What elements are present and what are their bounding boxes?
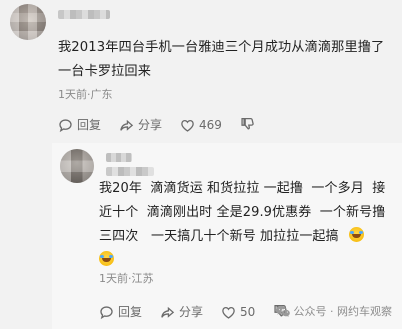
comment-bubble-icon — [100, 305, 113, 319]
comment-bubble-icon — [59, 118, 72, 132]
laughing-tears-emoji-icon — [99, 251, 114, 266]
commenter-avatar[interactable] — [10, 4, 46, 40]
reply-line-2: 近十个 滴滴刚出时 全是29.9优惠券 一个新号撸 — [99, 205, 386, 220]
comment-like-count: 469 — [199, 118, 222, 132]
comment-body: 我2013年四台手机一台雅迪三个月成功从滴滴那里撸了 一台卡罗拉回来 — [58, 36, 402, 84]
reply-line-1: 我20年 滴滴货运 和货拉拉 一起撸 一个多月 接 — [99, 181, 386, 196]
reply-card: 我20年 滴滴货运 和货拉拉 一起撸 一个多月 接 近十个 滴滴刚出时 全是29… — [52, 143, 402, 329]
watermark-text: 公众号 · 网约车观察 — [293, 305, 393, 318]
comment-time-location: 1天前·广东 — [58, 88, 113, 101]
comment-line-1: 我2013年四台手机一台雅迪三个月成功从滴滴那里撸了 — [58, 40, 385, 55]
heart-icon — [181, 119, 194, 132]
reply-reply-button[interactable]: 回复 — [99, 304, 142, 320]
wechat-official-account-icon — [275, 304, 290, 319]
comment-line-2: 一台卡罗拉回来 — [58, 64, 152, 79]
heart-icon — [222, 306, 235, 319]
reply-reply-label: 回复 — [118, 305, 143, 319]
reply-line-3: 三四次 一天搞几十个新号 加拉拉一起搞 — [99, 229, 339, 244]
watermark: 公众号 · 网约车观察 — [275, 303, 393, 319]
comment-actions: 回复 分享 469 — [58, 116, 255, 134]
comment-dislike-button[interactable] — [240, 116, 255, 134]
comment-like-button[interactable]: 469 — [180, 117, 222, 133]
reply-share-button[interactable]: 分享 — [160, 304, 203, 320]
laughing-tears-emoji-icon — [348, 227, 364, 242]
thumbs-down-icon — [241, 117, 254, 130]
share-arrow-icon — [120, 119, 134, 131]
reply-body: 我20年 滴滴货运 和货拉拉 一起撸 一个多月 接 近十个 滴滴刚出时 全是29… — [99, 177, 399, 273]
comment-reply-label: 回复 — [77, 118, 102, 132]
reply-actions: 回复 分享 50 — [99, 303, 288, 321]
reply-like-button[interactable]: 50 — [221, 304, 255, 320]
comment-thread: 我2013年四台手机一台雅迪三个月成功从滴滴那里撸了 一台卡罗拉回来 1天前·广… — [0, 0, 402, 329]
replier-avatar[interactable] — [60, 149, 94, 183]
replier-name[interactable] — [106, 153, 132, 162]
reply-line-3-row: 三四次 一天搞几十个新号 加拉拉一起搞 — [99, 225, 399, 249]
comment-share-button[interactable]: 分享 — [119, 117, 162, 133]
comment-share-label: 分享 — [138, 118, 163, 132]
comment-reply-button[interactable]: 回复 — [58, 117, 101, 133]
reply-time-location: 1天前·江苏 — [99, 272, 154, 285]
share-arrow-icon — [161, 306, 175, 318]
replier-reply-to — [106, 167, 154, 176]
reply-like-count: 50 — [240, 305, 256, 319]
reply-share-label: 分享 — [179, 305, 204, 319]
commenter-name[interactable] — [58, 10, 110, 19]
